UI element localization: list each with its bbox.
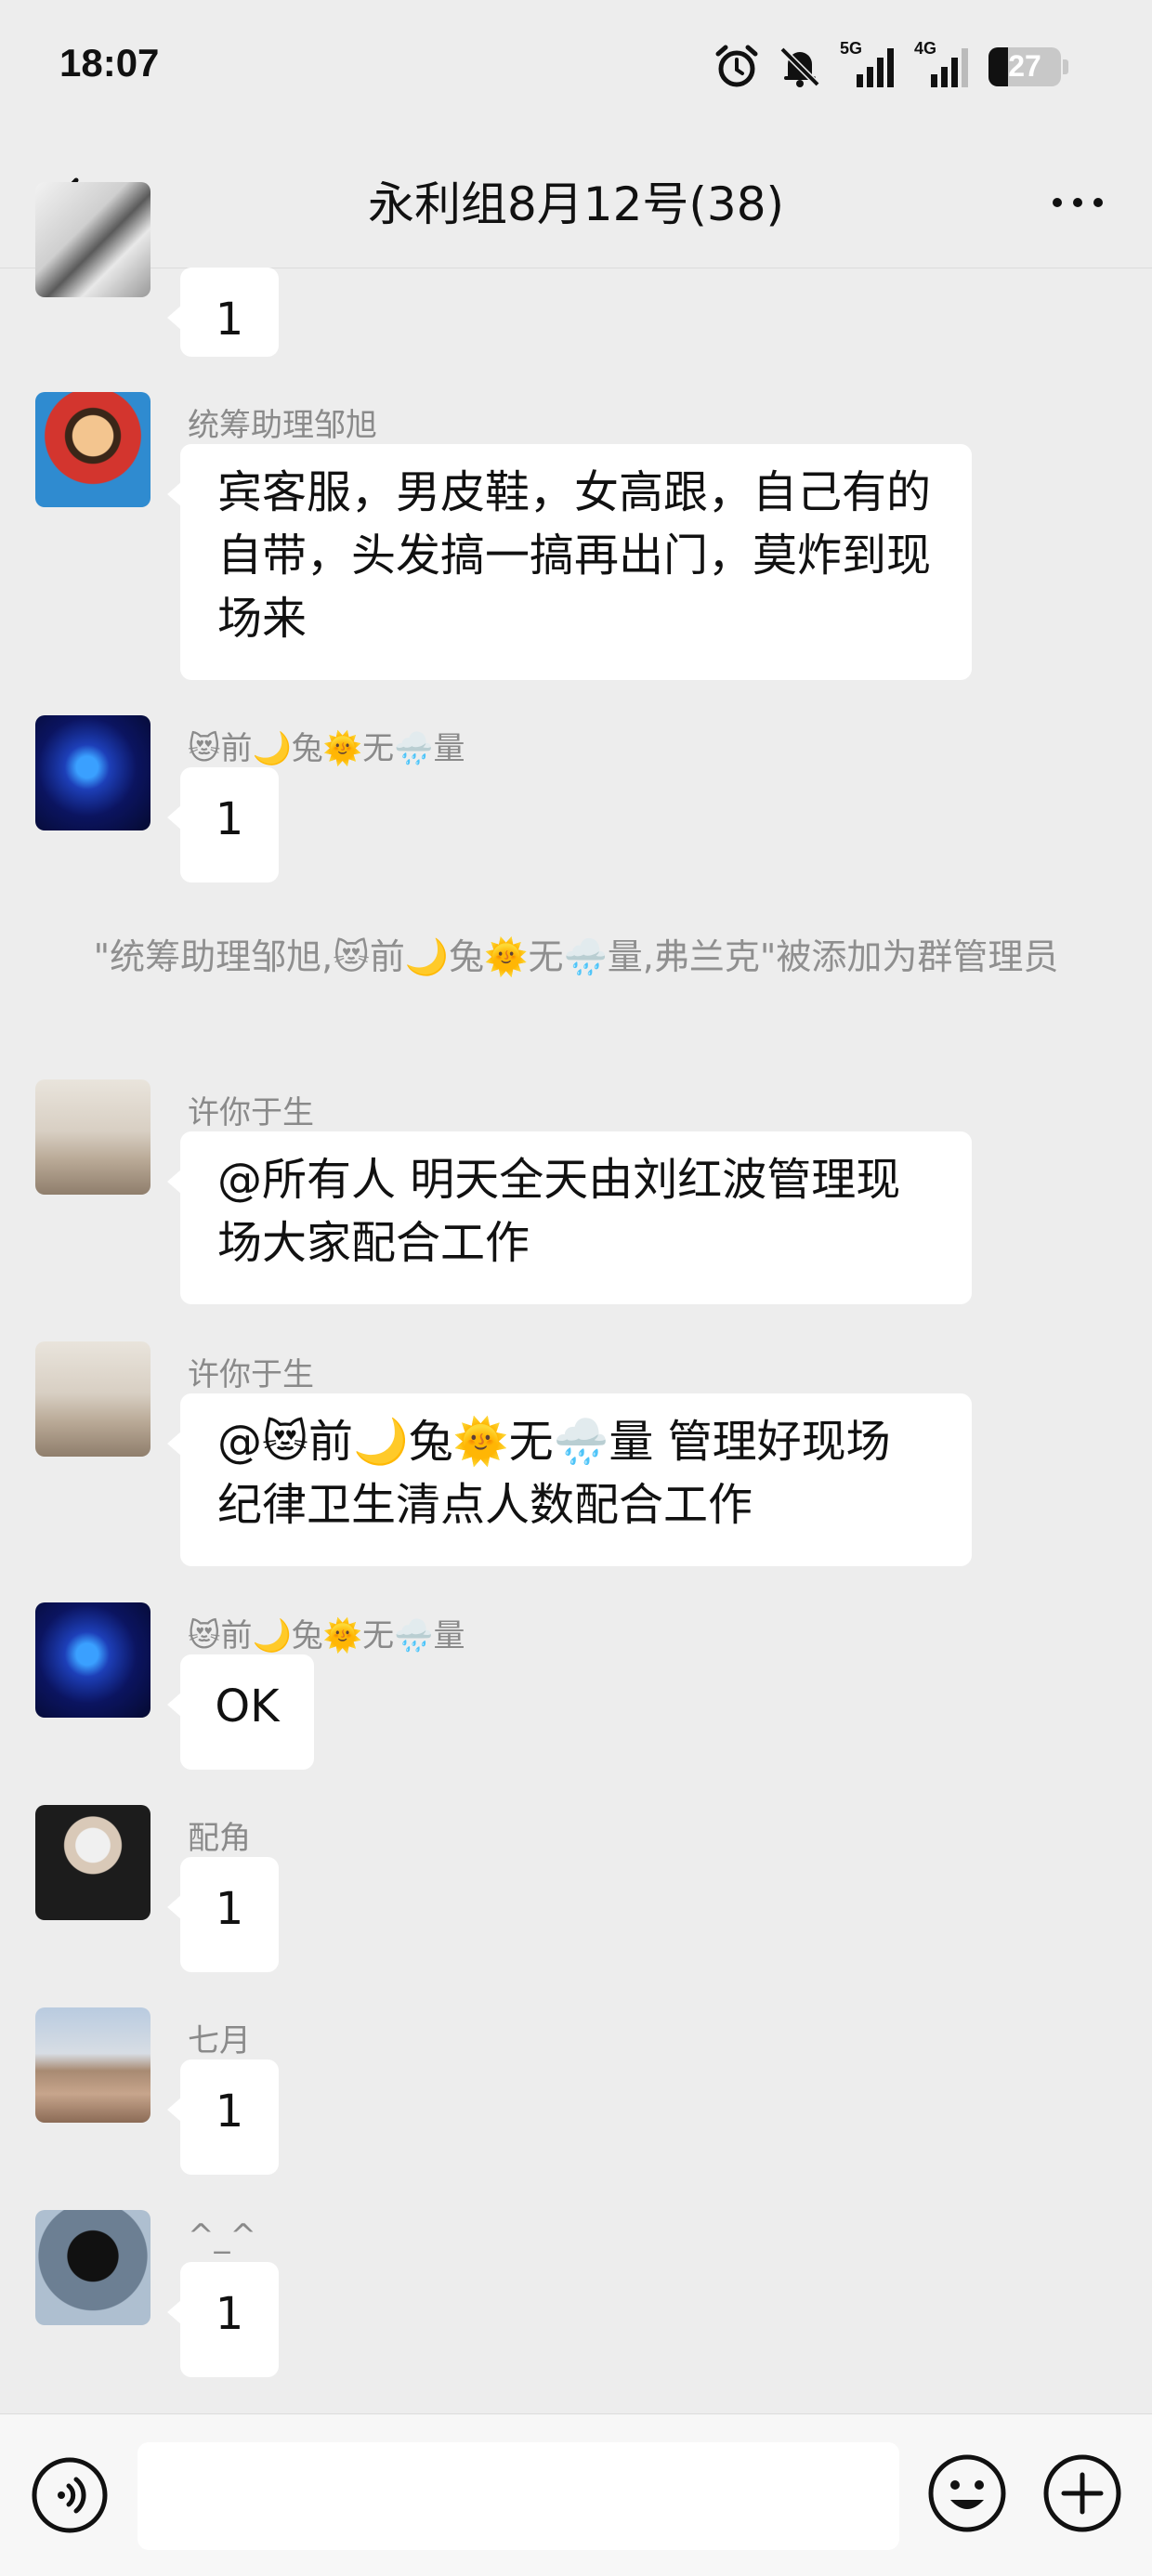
battery-level: 27 — [1008, 49, 1041, 83]
avatar[interactable] — [35, 2007, 151, 2123]
message-input[interactable] — [137, 2442, 899, 2550]
avatar[interactable] — [35, 715, 151, 830]
message-bubble[interactable]: 宾客服，男皮鞋，女高跟，自己有的自带，头发搞一搞再出门，莫炸到现场来 — [167, 444, 972, 680]
message-bubble[interactable]: 1 — [167, 2059, 279, 2175]
sender-name: 😻前🌙兔🌞无🌧️量 — [188, 730, 465, 767]
battery-cap — [1063, 59, 1068, 74]
status-bar: 18:07 5G 4G 27 — [0, 0, 1152, 139]
sender-name: 统筹助理邹旭 — [188, 407, 377, 444]
sender-name: 七月 — [188, 2022, 251, 2059]
plus-button[interactable] — [1041, 2452, 1124, 2535]
sender-name: 许你于生 — [188, 1356, 314, 1393]
avatar[interactable] — [35, 1341, 151, 1457]
voice-icon — [32, 2457, 108, 2533]
message-bubble[interactable]: 1 — [167, 767, 279, 883]
status-icons: 5G 4G 27 — [713, 39, 1068, 93]
emoji-icon — [928, 2454, 1006, 2532]
sender-name: 😻前🌙兔🌞无🌧️量 — [188, 1617, 465, 1654]
sender-name: 配角 — [188, 1820, 251, 1857]
avatar[interactable] — [35, 2210, 151, 2325]
avatar[interactable] — [35, 1079, 151, 1195]
voice-button[interactable] — [30, 2455, 110, 2535]
avatar[interactable] — [35, 182, 151, 297]
avatar[interactable] — [35, 392, 151, 507]
battery-icon: 27 — [988, 47, 1061, 86]
emoji-button[interactable] — [925, 2452, 1009, 2535]
message-bubble[interactable]: @😻前🌙兔🌞无🌧️量 管理好现场纪律卫生清点人数配合工作 — [167, 1393, 972, 1566]
mute-bell-icon — [779, 46, 820, 87]
input-bar — [0, 2413, 1152, 2576]
chat-title: 永利组8月12号(38) — [367, 177, 785, 231]
message-bubble[interactable]: 1 — [167, 2262, 279, 2377]
status-time: 18:07 — [59, 41, 160, 85]
alarm-icon — [715, 45, 758, 87]
sender-name: ^_^ — [188, 2217, 256, 2255]
message-bubble[interactable]: 1 — [167, 1857, 279, 1972]
message-bubble[interactable]: 1 — [167, 268, 279, 357]
message-bubble[interactable]: OK — [167, 1654, 314, 1770]
signal-4g-icon: 4G — [914, 39, 972, 91]
more-button[interactable] — [1041, 169, 1115, 236]
avatar[interactable] — [35, 1602, 151, 1718]
system-notice: "统筹助理邹旭,😻前🌙兔🌞无🌧️量,弗兰克"被添加为群管理员 — [93, 936, 1059, 977]
sender-name: 许你于生 — [188, 1094, 314, 1131]
avatar[interactable] — [35, 1805, 151, 1920]
more-dots-icon — [1053, 198, 1103, 207]
signal-5g-icon: 5G — [840, 39, 897, 91]
nav-bar: 永利组8月12号(38) — [0, 139, 1152, 268]
plus-icon — [1043, 2454, 1121, 2532]
message-bubble[interactable]: @所有人 明天全天由刘红波管理现场大家配合工作 — [167, 1131, 972, 1304]
